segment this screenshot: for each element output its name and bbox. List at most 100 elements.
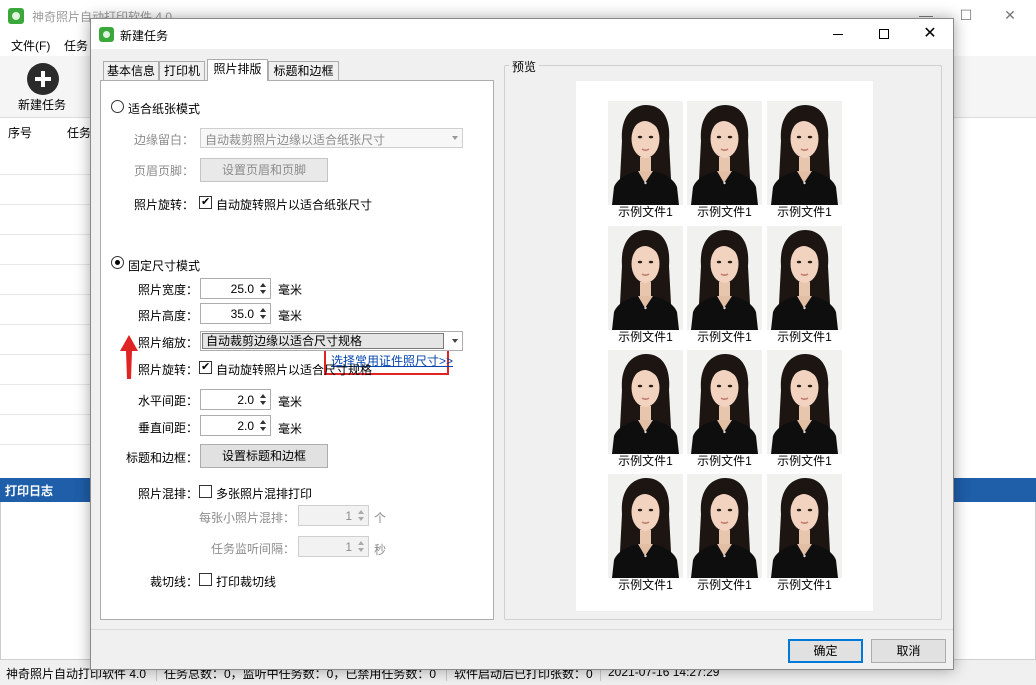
preview-photo bbox=[687, 350, 762, 454]
preview-photo bbox=[767, 350, 842, 454]
mix-check-label[interactable]: 多张照片混排打印 bbox=[216, 485, 312, 502]
per-sheet-value: 1 bbox=[345, 509, 352, 523]
tab-basic-info[interactable]: 基本信息 bbox=[103, 61, 159, 80]
chevron-up-icon[interactable] bbox=[260, 308, 266, 312]
cut-line-label: 裁切线： bbox=[150, 575, 199, 589]
chevron-up-icon[interactable] bbox=[260, 283, 266, 287]
column-task[interactable]: 任务 bbox=[67, 124, 91, 141]
header-footer-button[interactable]: 设置页眉和页脚 bbox=[200, 158, 328, 182]
fixed-rotate-label: 照片旋转： bbox=[138, 363, 199, 377]
fit-rotate-checkbox[interactable] bbox=[199, 194, 212, 210]
h-gap-stepper[interactable]: 2.0 bbox=[200, 389, 271, 410]
v-gap-stepper[interactable]: 2.0 bbox=[200, 415, 271, 436]
row-divider bbox=[0, 414, 90, 415]
column-index[interactable]: 序号 bbox=[8, 124, 32, 141]
fixed-size-radio[interactable] bbox=[111, 256, 124, 269]
preview-photo bbox=[767, 101, 842, 205]
chevron-up-icon[interactable] bbox=[260, 420, 266, 424]
red-arrow-icon bbox=[120, 335, 138, 379]
preview-photo bbox=[687, 226, 762, 330]
menu-task[interactable]: 任务 bbox=[64, 37, 88, 54]
preview-photo bbox=[687, 474, 762, 578]
chevron-up-icon[interactable] bbox=[358, 541, 364, 545]
cancel-button[interactable]: 取消 bbox=[871, 639, 946, 663]
chevron-down-icon[interactable] bbox=[260, 401, 266, 405]
row-divider bbox=[0, 204, 90, 205]
cut-line-check-label[interactable]: 打印裁切线 bbox=[216, 573, 276, 590]
fixed-rotate-check-label[interactable]: 自动旋转照片以适合尺寸规格 bbox=[216, 361, 372, 378]
chevron-up-icon[interactable] bbox=[358, 510, 364, 514]
height-value: 35.0 bbox=[230, 307, 254, 321]
fit-rotate-check-label[interactable]: 自动旋转照片以适合纸张尺寸 bbox=[216, 196, 372, 213]
new-task-button[interactable]: 新建任务 bbox=[18, 96, 66, 113]
preview-photo-caption: 示例文件1 bbox=[777, 578, 832, 592]
tab-photo-layout[interactable]: 照片排版 bbox=[207, 59, 268, 81]
chevron-down-icon[interactable] bbox=[260, 427, 266, 431]
chevron-down-icon bbox=[452, 136, 458, 140]
preview-photo bbox=[687, 101, 762, 205]
scale-label: 照片缩放： bbox=[138, 336, 199, 350]
ok-button[interactable]: 确定 bbox=[788, 639, 863, 663]
h-gap-value: 2.0 bbox=[237, 393, 254, 407]
row-divider bbox=[0, 324, 90, 325]
preview-photo-caption: 示例文件1 bbox=[618, 330, 673, 344]
header-footer-label: 页眉页脚： bbox=[134, 164, 195, 178]
interval-label: 任务监听间隔： bbox=[211, 542, 296, 556]
plus-circle-icon[interactable] bbox=[27, 63, 59, 95]
row-divider bbox=[0, 444, 90, 445]
dialog-close-button[interactable]: ✕ bbox=[907, 19, 953, 49]
v-gap-unit: 毫米 bbox=[278, 422, 303, 436]
menu-file[interactable]: 文件(F) bbox=[11, 37, 50, 54]
mix-checkbox[interactable] bbox=[199, 485, 212, 498]
margin-label: 边缘留白： bbox=[134, 133, 195, 147]
close-icon[interactable]: ✕ bbox=[990, 2, 1030, 28]
height-unit: 毫米 bbox=[278, 309, 303, 323]
dialog-footer: 确定 取消 bbox=[91, 629, 953, 669]
row-divider bbox=[0, 384, 90, 385]
height-label: 照片高度： bbox=[138, 309, 199, 323]
preview-photo-caption: 示例文件1 bbox=[618, 454, 673, 468]
preview-photo-caption: 示例文件1 bbox=[777, 454, 832, 468]
interval-stepper[interactable]: 1 bbox=[298, 536, 369, 557]
tab-printer[interactable]: 打印机 bbox=[159, 61, 205, 80]
chevron-down-icon[interactable] bbox=[358, 517, 364, 521]
maximize-icon bbox=[879, 29, 889, 39]
row-divider bbox=[0, 354, 90, 355]
preview-photo-caption: 示例文件1 bbox=[618, 578, 673, 592]
per-sheet-stepper[interactable]: 1 bbox=[298, 505, 369, 526]
v-gap-value: 2.0 bbox=[237, 419, 254, 433]
fit-paper-radio[interactable] bbox=[111, 100, 124, 113]
close-icon: ✕ bbox=[923, 25, 937, 42]
dialog-title-bar: 新建任务 ✕ bbox=[91, 19, 953, 49]
app-icon bbox=[8, 8, 24, 24]
preview-photo-caption: 示例文件1 bbox=[697, 205, 752, 219]
h-gap-unit: 毫米 bbox=[278, 395, 303, 409]
margin-select[interactable]: 自动裁剪照片边缘以适合纸张尺寸 bbox=[200, 128, 463, 148]
preview-photo bbox=[608, 350, 683, 454]
fixed-rotate-checkbox[interactable] bbox=[199, 359, 212, 375]
preview-photo-caption: 示例文件1 bbox=[618, 205, 673, 219]
chevron-up-icon[interactable] bbox=[260, 394, 266, 398]
fixed-size-label[interactable]: 固定尺寸模式 bbox=[128, 257, 200, 274]
margin-select-value: 自动裁剪照片边缘以适合纸张尺寸 bbox=[205, 133, 386, 147]
chevron-down-icon[interactable] bbox=[358, 548, 364, 552]
title-border-label: 标题和边框： bbox=[126, 451, 199, 465]
fit-paper-label[interactable]: 适合纸张模式 bbox=[128, 100, 200, 117]
width-stepper[interactable]: 25.0 bbox=[200, 278, 271, 299]
h-gap-label: 水平间距： bbox=[138, 394, 199, 408]
tab-title-border[interactable]: 标题和边框 bbox=[268, 61, 339, 80]
interval-unit: 秒 bbox=[374, 543, 387, 557]
preview-photo bbox=[767, 474, 842, 578]
dialog-maximize-button[interactable] bbox=[861, 19, 907, 49]
fit-rotate-label: 照片旋转： bbox=[134, 198, 195, 212]
row-divider bbox=[0, 174, 90, 175]
cut-line-checkbox[interactable] bbox=[199, 573, 212, 586]
height-stepper[interactable]: 35.0 bbox=[200, 303, 271, 324]
dialog-minimize-button[interactable] bbox=[815, 19, 861, 49]
title-border-button[interactable]: 设置标题和边框 bbox=[200, 444, 328, 468]
scale-select[interactable]: 自动裁剪边缘以适合尺寸规格 bbox=[200, 331, 463, 351]
chevron-down-icon[interactable] bbox=[260, 290, 266, 294]
preview-paper: 示例文件1 示例文件1 示例文件1 示例文件1 示例文件1 示例文件1 示例文件1 示例文件1… bbox=[576, 81, 873, 611]
chevron-down-icon[interactable] bbox=[260, 315, 266, 319]
preview-photo-caption: 示例文件1 bbox=[697, 454, 752, 468]
